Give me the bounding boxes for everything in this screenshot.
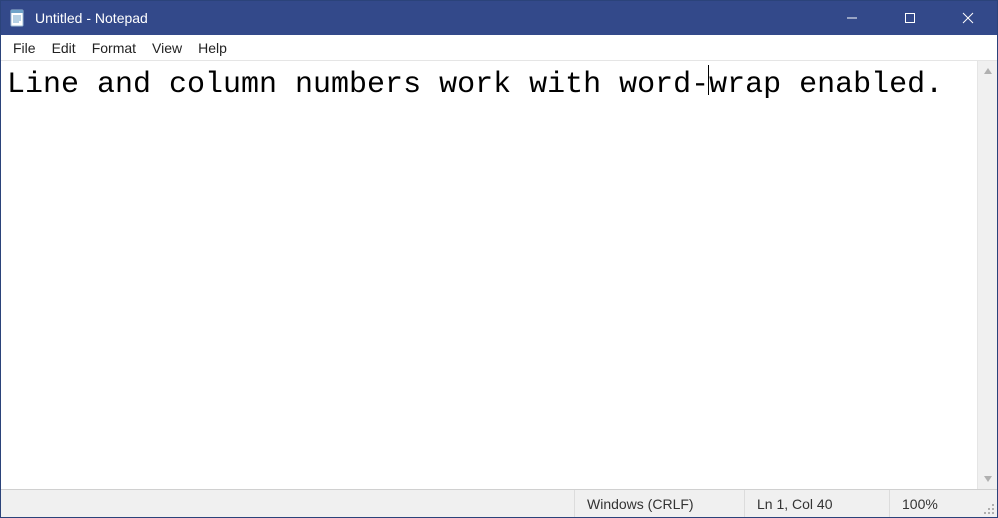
window-controls bbox=[823, 1, 997, 35]
menu-file[interactable]: File bbox=[5, 38, 44, 58]
menu-edit[interactable]: Edit bbox=[44, 38, 84, 58]
menu-bar: File Edit Format View Help bbox=[1, 35, 997, 61]
window-title: Untitled - Notepad bbox=[35, 10, 823, 26]
close-button[interactable] bbox=[939, 1, 997, 35]
minimize-button[interactable] bbox=[823, 1, 881, 35]
text-editor[interactable]: Line and column numbers work with word-w… bbox=[1, 61, 977, 489]
status-bar: Windows (CRLF) Ln 1, Col 40 100% bbox=[1, 489, 997, 517]
menu-help[interactable]: Help bbox=[190, 38, 235, 58]
editor-area: Line and column numbers work with word-w… bbox=[1, 61, 997, 489]
editor-text-before-caret: Line and column numbers work with word- bbox=[7, 68, 709, 102]
menu-view[interactable]: View bbox=[144, 38, 190, 58]
status-zoom: 100% bbox=[889, 490, 979, 517]
menu-format[interactable]: Format bbox=[84, 38, 144, 58]
status-encoding: Windows (CRLF) bbox=[574, 490, 744, 517]
status-position: Ln 1, Col 40 bbox=[744, 490, 889, 517]
editor-text-after-caret: wrap enabled. bbox=[709, 68, 943, 102]
resize-grip-icon[interactable] bbox=[979, 490, 997, 517]
vertical-scrollbar[interactable] bbox=[977, 61, 997, 489]
scroll-up-icon[interactable] bbox=[978, 61, 997, 81]
title-bar[interactable]: Untitled - Notepad bbox=[1, 1, 997, 35]
scroll-down-icon[interactable] bbox=[978, 469, 997, 489]
notepad-icon bbox=[9, 9, 27, 27]
maximize-button[interactable] bbox=[881, 1, 939, 35]
